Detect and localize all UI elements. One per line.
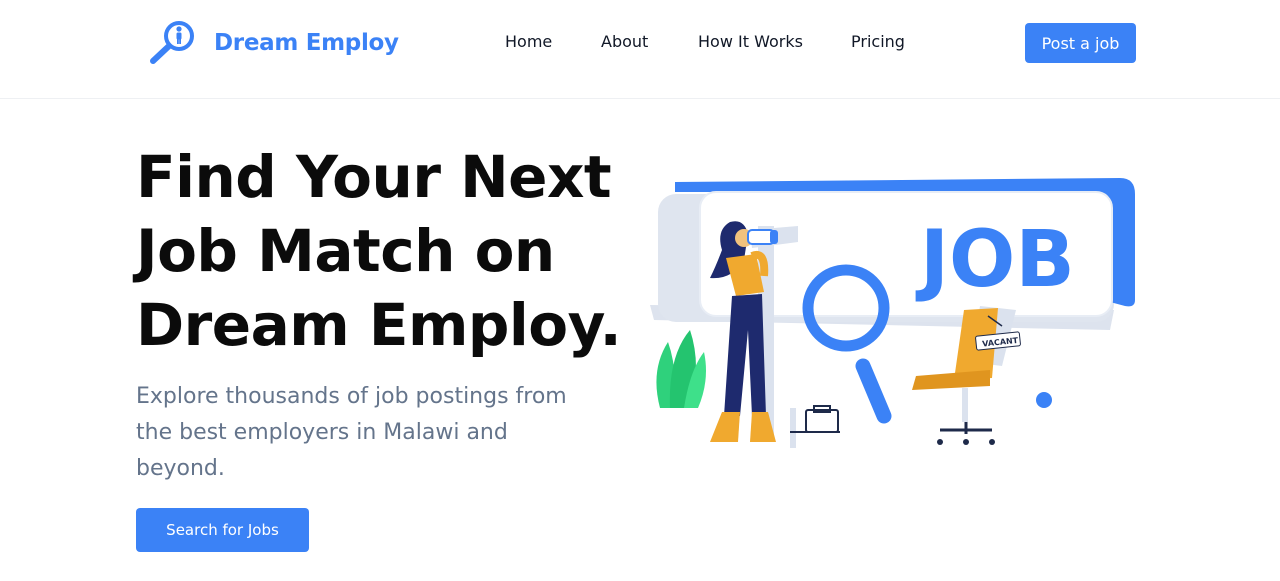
hero-subtitle-line-2: the best employers in Malawi and (136, 420, 508, 445)
decor-dot (1036, 392, 1052, 408)
hero-subtitle-line-3: beyond. (136, 456, 225, 481)
nav-how-it-works[interactable]: How It Works (698, 31, 803, 53)
hero-title-line-3: Dream Employ. (136, 291, 622, 359)
brand-name: Dream Employ (214, 30, 399, 56)
brand-logo-link[interactable]: Dream Employ (146, 20, 399, 66)
hero-subtitle-line-1: Explore thousands of job postings from (136, 384, 567, 409)
nav-pricing[interactable]: Pricing (851, 31, 905, 53)
hero-title: Find Your Next Job Match on Dream Employ… (136, 140, 656, 362)
post-job-button[interactable]: Post a job (1025, 23, 1136, 63)
hero-subtitle: Explore thousands of job postings from t… (136, 379, 616, 487)
nav-home[interactable]: Home (505, 31, 552, 53)
nav-about[interactable]: About (601, 31, 648, 53)
plant-icon (656, 330, 706, 408)
top-navbar: Dream Employ Home About How It Works Pri… (0, 0, 1280, 99)
search-jobs-button[interactable]: Search for Jobs (136, 508, 309, 552)
magnifier-person-icon (150, 21, 194, 64)
vacant-chair-icon: VACANT (912, 306, 1021, 445)
sign-text: JOB (915, 215, 1075, 305)
hero-title-line-2: Job Match on (136, 217, 555, 285)
job-search-illustration: JOB VACANT (650, 178, 1135, 448)
hero-title-line-1: Find Your Next (136, 143, 612, 211)
hero-illustration: JOB VACANT (640, 130, 1150, 460)
briefcase-icon (805, 405, 839, 433)
